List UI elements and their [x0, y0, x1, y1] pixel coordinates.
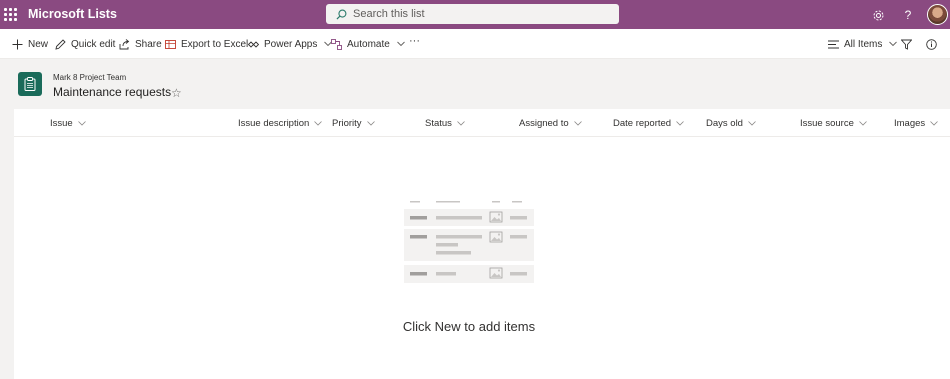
column-header-priority[interactable]: Priority [332, 118, 375, 129]
chevron-down-icon [366, 121, 375, 126]
clipboard-icon [18, 72, 42, 96]
plus-icon [12, 39, 23, 49]
waffle-icon[interactable] [0, 0, 18, 29]
quick-edit-button[interactable]: Quick edit [55, 37, 115, 51]
info-icon[interactable] [926, 37, 937, 51]
column-label: Status [425, 118, 452, 129]
column-header-row: Issue Issue description Priority Status … [14, 109, 950, 137]
column-header-assigned-to[interactable]: Assigned to [519, 118, 582, 129]
chevron-down-icon [889, 41, 898, 47]
chevron-down-icon [77, 121, 86, 126]
column-label: Assigned to [519, 118, 569, 129]
export-to-excel-button[interactable]: Export to Excel [165, 37, 248, 51]
more-options-button[interactable]: ··· [409, 34, 420, 48]
site-name[interactable]: Mark 8 Project Team [53, 73, 126, 82]
automate-label: Automate [347, 38, 390, 50]
new-button[interactable]: New [12, 37, 48, 51]
page-title: Maintenance requests [53, 85, 172, 99]
column-label: Issue description [238, 118, 310, 129]
column-header-issue-description[interactable]: Issue description [238, 118, 323, 129]
empty-list-illustration [404, 201, 534, 283]
pencil-icon [55, 38, 66, 50]
chevron-down-icon [859, 121, 867, 126]
column-header-issue[interactable]: Issue [50, 118, 86, 129]
column-header-status[interactable]: Status [425, 118, 465, 129]
chevron-down-icon [676, 121, 684, 126]
column-header-issue-source[interactable]: Issue source [800, 118, 867, 129]
filter-icon[interactable] [901, 37, 912, 51]
command-bar: New Quick edit Share Export to Excel Pow… [0, 29, 950, 59]
export-label: Export to Excel [181, 38, 249, 50]
list-header: Mark 8 Project Team Maintenance requests… [0, 59, 950, 109]
quick-edit-label: Quick edit [71, 38, 116, 50]
new-label: New [28, 38, 49, 50]
share-icon [119, 38, 130, 49]
app-title[interactable]: Microsoft Lists [28, 7, 117, 21]
column-header-days-old[interactable]: Days old [706, 118, 756, 129]
chevron-down-icon [314, 121, 323, 126]
column-label: Images [894, 118, 926, 129]
suite-header: Microsoft Lists ? [0, 0, 950, 29]
view-selector[interactable]: All Items [828, 37, 898, 51]
column-header-images[interactable]: Images [894, 118, 938, 129]
column-header-date-reported[interactable]: Date reported [613, 118, 684, 129]
help-icon[interactable]: ? [899, 6, 917, 24]
chevron-down-icon [573, 121, 582, 126]
power-apps-label: Power Apps [264, 38, 318, 50]
column-label: Date reported [613, 118, 672, 129]
column-label: Priority [332, 118, 362, 129]
column-label: Issue [50, 118, 73, 129]
search-icon [336, 9, 347, 20]
share-label: Share [135, 38, 162, 50]
search-input[interactable] [353, 8, 593, 20]
automate-icon [331, 38, 342, 50]
search-box[interactable] [326, 4, 619, 24]
settings-icon[interactable] [869, 6, 887, 24]
power-apps-icon [248, 40, 259, 48]
view-list-icon [828, 40, 839, 48]
view-label: All Items [844, 38, 883, 50]
favorite-star-icon[interactable]: ☆ [171, 86, 182, 100]
chevron-down-icon [457, 121, 465, 126]
chevron-down-icon [748, 121, 756, 126]
list-grid: Issue Issue description Priority Status … [14, 109, 950, 379]
automate-button[interactable]: Automate [331, 37, 405, 51]
avatar[interactable] [927, 4, 948, 25]
empty-state-message: Click New to add items [402, 319, 536, 334]
chevron-down-icon [930, 121, 938, 126]
column-label: Days old [706, 118, 743, 129]
share-button[interactable]: Share [119, 37, 162, 51]
column-label: Issue source [800, 118, 854, 129]
power-apps-button[interactable]: Power Apps [248, 37, 333, 51]
excel-icon [165, 39, 176, 49]
chevron-down-icon [396, 41, 405, 47]
